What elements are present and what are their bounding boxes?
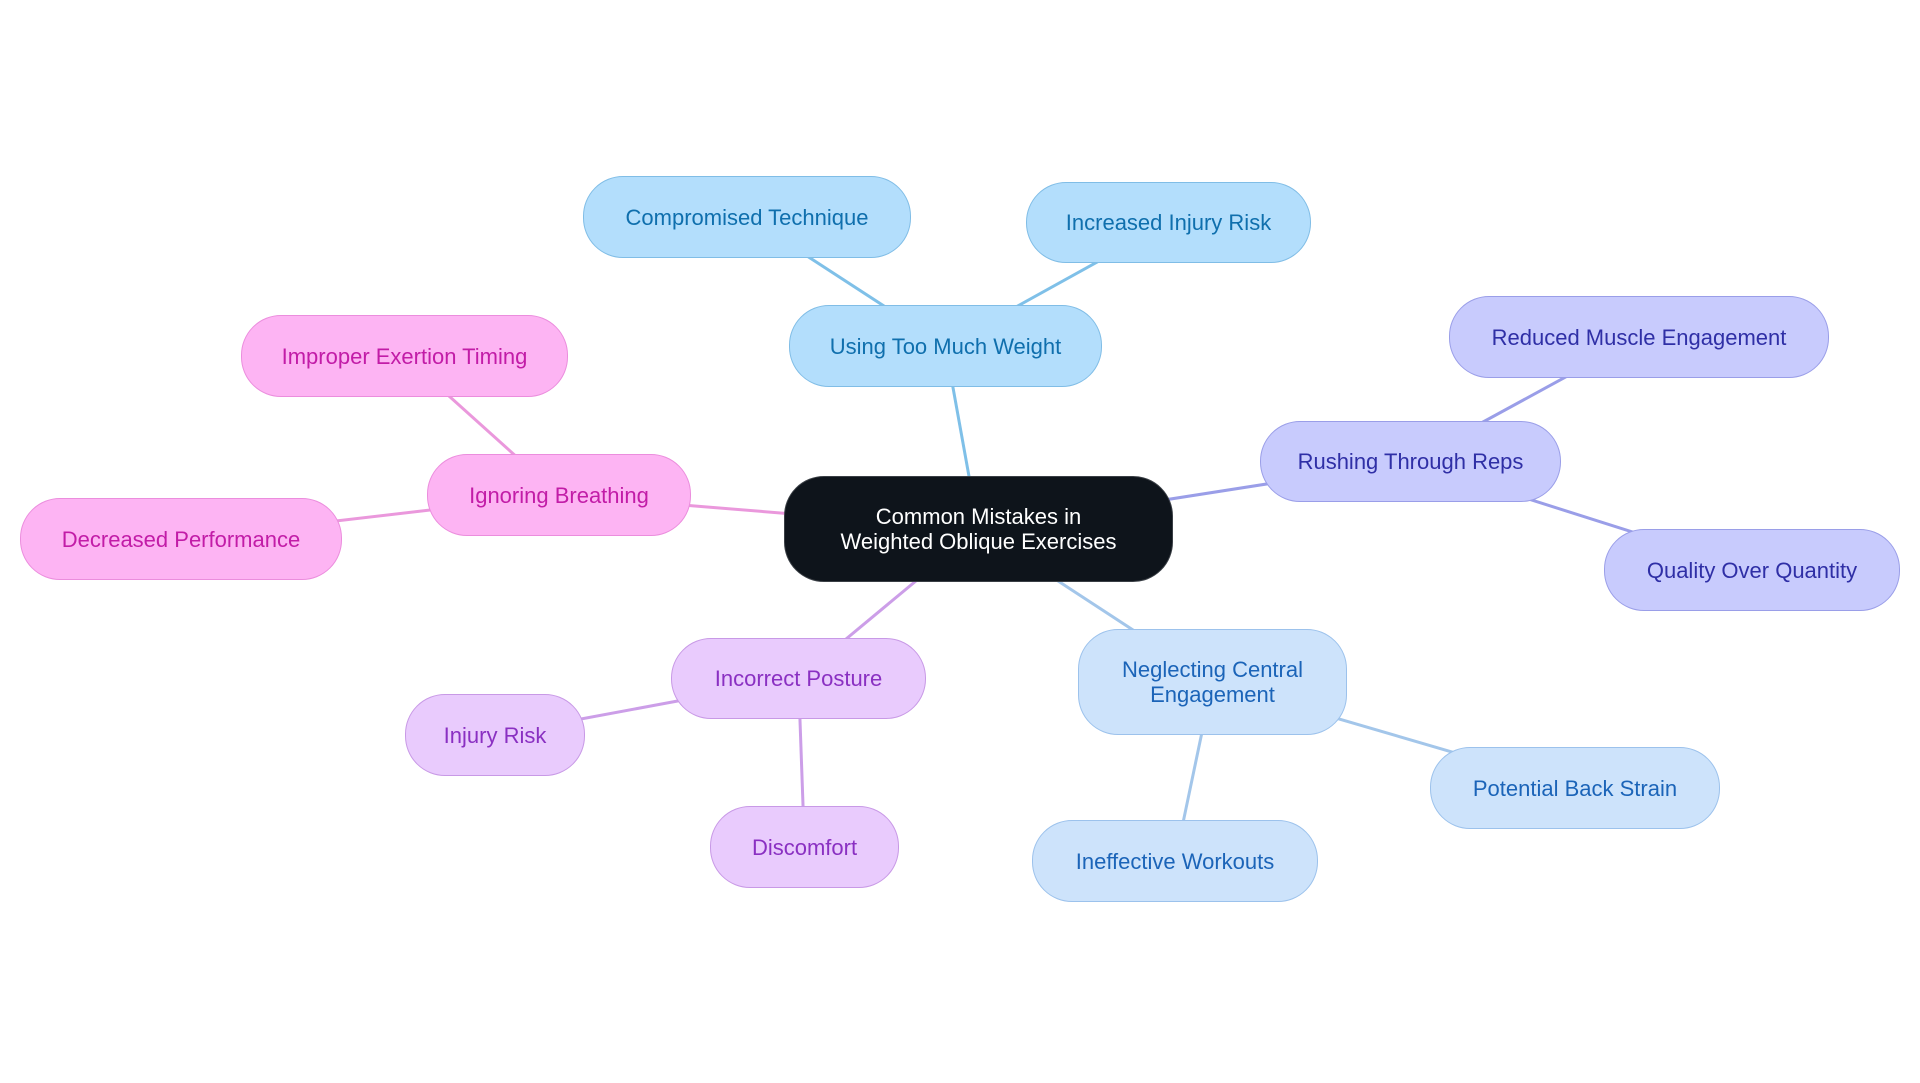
branch-node-ignoring-breathing[interactable]: Ignoring Breathing [427,454,691,536]
leaf-node-potential-back-strain[interactable]: Potential Back Strain [1430,747,1720,829]
node-label: Quality Over Quantity [1646,557,1858,583]
node-label: Reduced Muscle Engagement [1491,324,1787,350]
leaf-node-improper-exertion-timing[interactable]: Improper Exertion Timing [241,315,568,397]
branch-node-rushing-through-reps[interactable]: Rushing Through Reps [1260,421,1561,502]
node-label: Compromised Technique [625,204,869,230]
root-label: Common Mistakes in Weighted Oblique Exer… [840,504,1117,554]
leaf-node-reduced-muscle-engagement[interactable]: Reduced Muscle Engagement [1449,296,1829,378]
node-label: Incorrect Posture [714,666,883,691]
leaf-node-quality-over-quantity[interactable]: Quality Over Quantity [1604,529,1900,611]
leaf-node-discomfort[interactable]: Discomfort [710,806,899,888]
node-label: Ineffective Workouts [1075,848,1275,874]
leaf-node-decreased-performance[interactable]: Decreased Performance [20,498,342,580]
branch-node-using-too-much-weight[interactable]: Using Too Much Weight [789,305,1102,387]
node-label: Injury Risk [443,722,547,748]
root-node[interactable]: Common Mistakes in Weighted Oblique Exer… [784,476,1173,582]
node-label: Improper Exertion Timing [281,343,528,369]
leaf-node-ineffective-workouts[interactable]: Ineffective Workouts [1032,820,1318,902]
node-label: Neglecting Central Engagement [1122,657,1303,707]
node-label: Potential Back Strain [1472,775,1678,801]
branch-node-neglecting-central-engagement[interactable]: Neglecting Central Engagement [1078,629,1347,735]
node-label: Discomfort [751,834,858,860]
node-label: Using Too Much Weight [829,333,1062,359]
node-label: Rushing Through Reps [1297,449,1524,474]
leaf-node-increased-injury-risk[interactable]: Increased Injury Risk [1026,182,1311,263]
node-label: Increased Injury Risk [1065,210,1272,235]
node-label: Decreased Performance [61,526,301,552]
branch-node-incorrect-posture[interactable]: Incorrect Posture [671,638,926,719]
node-label: Ignoring Breathing [469,482,649,508]
leaf-node-compromised-technique[interactable]: Compromised Technique [583,176,911,258]
leaf-node-injury-risk[interactable]: Injury Risk [405,694,585,776]
